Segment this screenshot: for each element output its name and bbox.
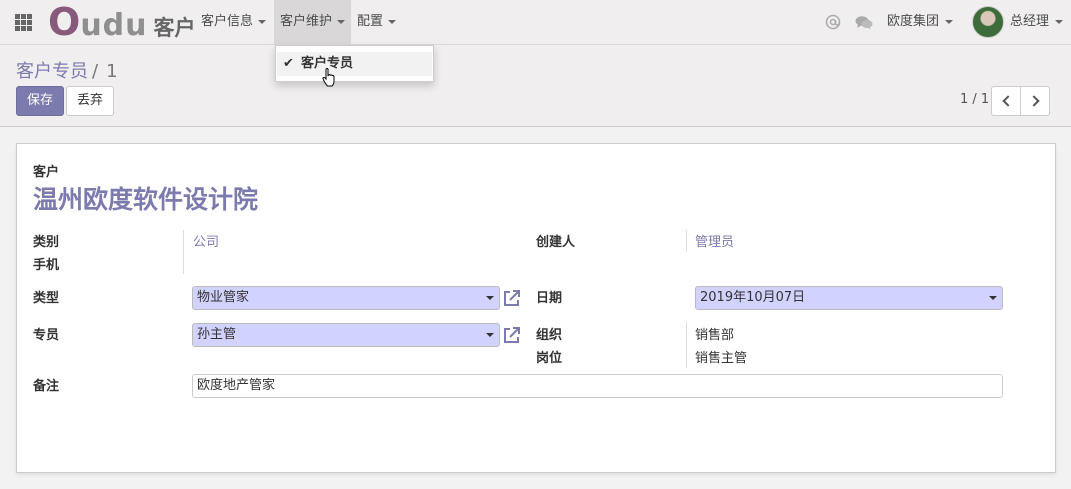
menu-customer-info[interactable]: 客户信息 bbox=[195, 0, 272, 45]
date-picker-value: 2019年10月07日 bbox=[700, 290, 806, 305]
pager-previous-button[interactable] bbox=[991, 86, 1021, 116]
note-label: 备注 bbox=[33, 379, 60, 394]
note-input-value: 欧度地产管家 bbox=[197, 378, 276, 393]
chat-icon[interactable] bbox=[855, 15, 873, 30]
caret-down-icon bbox=[258, 19, 267, 24]
org-label: 组织 bbox=[536, 328, 563, 343]
at-icon[interactable] bbox=[825, 14, 841, 30]
top-navbar: O udu 客户 客户信息 客户维护 配置 欧度集团 总经理 bbox=[0, 0, 1071, 45]
user-avatar[interactable] bbox=[972, 6, 1004, 38]
creator-label: 创建人 bbox=[536, 235, 576, 250]
chevron-right-icon bbox=[1027, 95, 1040, 107]
caret-down-icon bbox=[337, 19, 346, 24]
caret-down-icon bbox=[945, 19, 954, 24]
pager-next-button[interactable] bbox=[1020, 86, 1050, 116]
category-value[interactable]: 公司 bbox=[193, 231, 219, 250]
breadcrumb-separator: / bbox=[92, 61, 99, 82]
mobile-label: 手机 bbox=[33, 258, 60, 273]
chevron-left-icon bbox=[1001, 95, 1014, 107]
breadcrumb: 客户专员/ 1 bbox=[16, 57, 118, 83]
hand-cursor-icon bbox=[322, 68, 335, 87]
menu-customer-info-label: 客户信息 bbox=[201, 14, 254, 29]
field-divider bbox=[686, 322, 687, 368]
customer-label: 客户 bbox=[33, 165, 60, 180]
note-input[interactable]: 欧度地产管家 bbox=[192, 374, 1003, 398]
brand-logo-text: udu bbox=[80, 8, 148, 43]
field-divider bbox=[183, 230, 184, 274]
pager-value: 1 / 1 bbox=[960, 92, 990, 107]
caret-down-icon bbox=[486, 333, 494, 337]
brand-logo-o: O bbox=[48, 0, 81, 44]
user-name: 总经理 bbox=[1010, 14, 1050, 29]
menu-customer-maintenance[interactable]: 客户维护 bbox=[274, 0, 352, 45]
caret-down-icon bbox=[1055, 19, 1064, 24]
discard-button[interactable]: 丢弃 bbox=[66, 86, 115, 116]
field-divider bbox=[686, 230, 687, 252]
control-panel: 客户专员/ 1 保存 丢弃 1 / 1 bbox=[0, 46, 1071, 127]
dropdown-item-customer-agent[interactable]: ✔ 客户专员 bbox=[277, 52, 432, 76]
customer-maintenance-dropdown: ✔ 客户专员 bbox=[275, 45, 434, 82]
company-switcher[interactable]: 欧度集团 bbox=[887, 0, 954, 43]
date-label: 日期 bbox=[536, 291, 563, 306]
breadcrumb-parent-link[interactable]: 客户专员 bbox=[16, 61, 88, 82]
breadcrumb-current: 1 bbox=[106, 61, 118, 82]
external-link-icon[interactable] bbox=[502, 288, 522, 308]
company-name: 欧度集团 bbox=[887, 14, 940, 29]
apps-grid-icon[interactable] bbox=[15, 14, 32, 31]
type-select[interactable]: 物业管家 bbox=[192, 286, 500, 310]
type-select-value: 物业管家 bbox=[197, 290, 250, 305]
category-label: 类别 bbox=[33, 235, 60, 250]
org-value: 销售部 bbox=[695, 328, 735, 343]
form-sheet: 客户 温州欧度软件设计院 类别 手机 公司 创建人 管理员 类型 物业管家 日期… bbox=[16, 143, 1056, 473]
menu-config[interactable]: 配置 bbox=[351, 0, 402, 45]
customer-name-title: 温州欧度软件设计院 bbox=[33, 185, 259, 214]
save-button[interactable]: 保存 bbox=[16, 86, 65, 116]
menu-config-label: 配置 bbox=[357, 14, 384, 29]
date-picker[interactable]: 2019年10月07日 bbox=[695, 286, 1003, 310]
user-menu[interactable]: 总经理 bbox=[1010, 0, 1064, 43]
external-link-icon[interactable] bbox=[502, 325, 522, 345]
brand-logo[interactable]: O udu 客户 bbox=[48, 0, 196, 44]
creator-value[interactable]: 管理员 bbox=[695, 231, 734, 250]
caret-down-icon bbox=[989, 296, 997, 300]
type-label: 类型 bbox=[33, 291, 60, 306]
menu-customer-maintenance-label: 客户维护 bbox=[280, 14, 333, 29]
position-value: 销售主管 bbox=[695, 351, 748, 366]
agent-select-value: 孙主管 bbox=[197, 327, 237, 342]
app-name: 客户 bbox=[153, 16, 196, 40]
caret-down-icon bbox=[486, 296, 494, 300]
agent-label: 专员 bbox=[33, 328, 60, 343]
agent-select[interactable]: 孙主管 bbox=[192, 323, 500, 347]
position-label: 岗位 bbox=[536, 351, 563, 366]
caret-down-icon bbox=[388, 19, 397, 24]
check-icon: ✔ bbox=[283, 56, 294, 71]
